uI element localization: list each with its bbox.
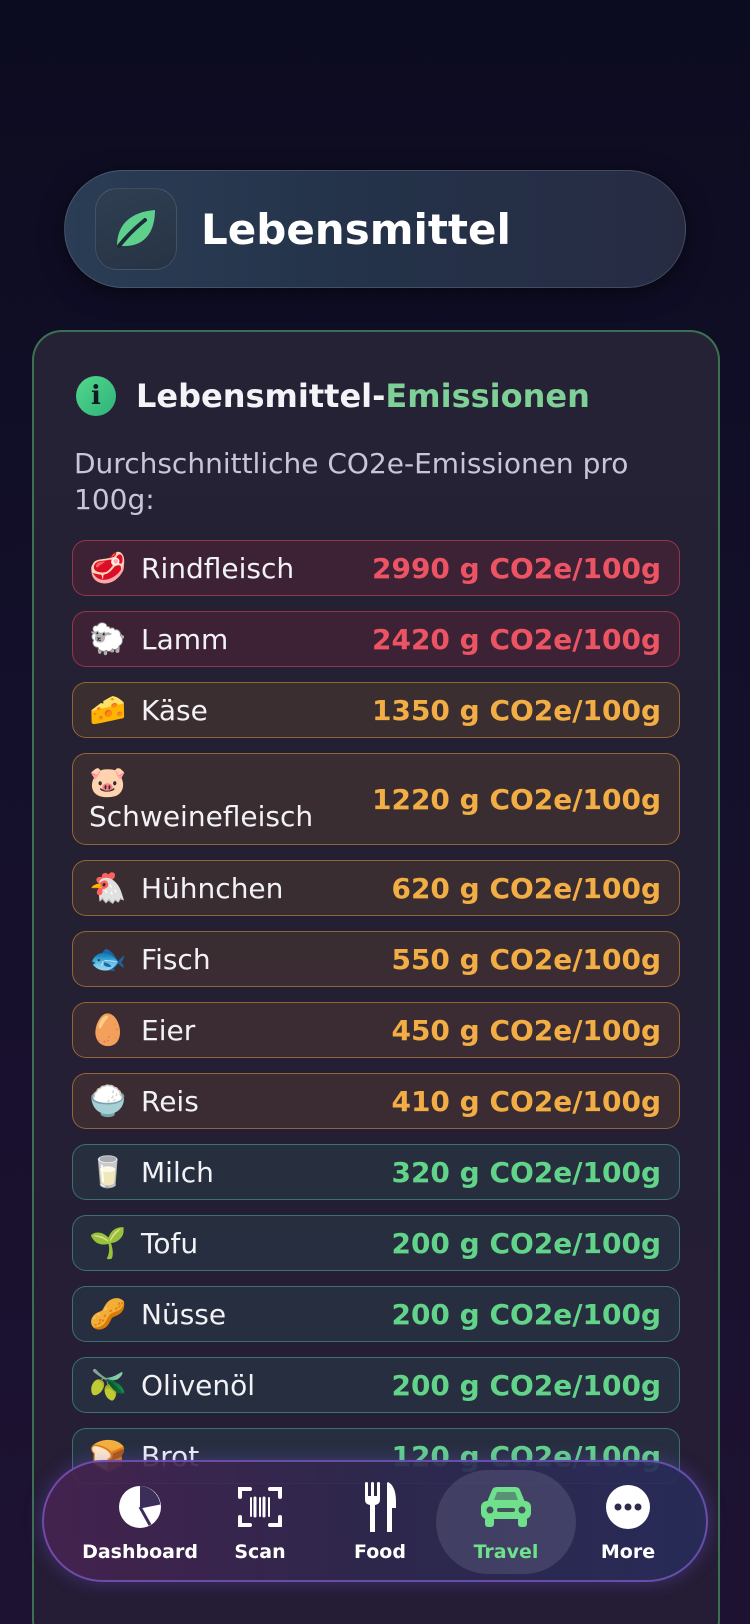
food-row: 🐔 Hühnchen 620 g CO2e/100g [72,860,680,916]
nav-travel[interactable]: Travel [436,1470,576,1574]
food-row: 🐟 Fisch 550 g CO2e/100g [72,931,680,987]
card-title: Lebensmittel-Emissionen [136,377,590,415]
pie-chart-icon [116,1481,164,1533]
emission-value: 620 g CO2e/100g [391,871,661,905]
emission-value: 200 g CO2e/100g [391,1297,661,1331]
food-label: 🐑 Lamm [89,622,228,657]
car-icon [477,1481,535,1533]
food-emoji-icon: 🫒 [89,1367,127,1403]
food-name: Lamm [141,622,229,656]
food-name: Nüsse [141,1297,227,1331]
food-row: 🐷 Schweinefleisch 1220 g CO2e/100g [72,753,680,845]
food-name: Käse [141,693,208,727]
food-name: Schweinefleisch [89,800,314,833]
food-row: 🐑 Lamm 2420 g CO2e/100g [72,611,680,667]
emission-value: 1220 g CO2e/100g [371,782,661,816]
food-label: 🥚 Eier [89,1013,195,1048]
bottom-nav: Dashboard Scan Food Travel More [42,1460,708,1582]
food-row: 🥚 Eier 450 g CO2e/100g [72,1002,680,1058]
nav-scan[interactable]: Scan [190,1470,330,1574]
food-emoji-icon: 🐷 [89,765,127,800]
food-emoji-icon: 🐔 [89,870,127,906]
food-emoji-icon: 🥛 [89,1154,127,1190]
food-label: 🐔 Hühnchen [89,871,283,906]
food-label: 🌱 Tofu [89,1226,198,1261]
emission-value: 200 g CO2e/100g [391,1226,661,1260]
emission-value: 2420 g CO2e/100g [371,622,661,656]
card-header: i Lebensmittel-Emissionen [76,376,590,416]
fork-knife-icon [356,1481,404,1533]
food-emoji-icon: 🌱 [89,1225,127,1261]
food-row: 🥩 Rindfleisch 2990 g CO2e/100g [72,540,680,596]
food-label: 🥛 Milch [89,1155,214,1190]
leaf-icon [95,188,177,270]
food-emission-list: 🥩 Rindfleisch 2990 g CO2e/100g 🐑 Lamm 2420 g … [72,540,680,1499]
emissions-info-card: i Lebensmittel-Emissionen Durchschnittli… [32,330,720,1624]
food-row: 🍚 Reis 410 g CO2e/100g [72,1073,680,1129]
page-header: Lebensmittel [64,170,686,288]
nav-dashboard[interactable]: Dashboard [70,1470,210,1574]
food-emoji-icon: 🥜 [89,1296,127,1332]
emission-value: 450 g CO2e/100g [391,1013,661,1047]
food-label: 🥜 Nüsse [89,1297,226,1332]
food-label: 🐟 Fisch [89,941,211,977]
food-row: 🌱 Tofu 200 g CO2e/100g [72,1215,680,1271]
barcode-scan-icon [236,1481,284,1533]
page-title: Lebensmittel [201,204,511,254]
food-name: Hühnchen [141,871,284,905]
food-name: Eier [141,1013,196,1047]
food-row: 🥜 Nüsse 200 g CO2e/100g [72,1286,680,1342]
emission-value: 410 g CO2e/100g [391,1084,661,1118]
food-name: Milch [141,1155,214,1189]
food-emoji-icon: 🥩 [89,550,127,586]
food-name: Rindfleisch [141,551,295,585]
food-emoji-icon: 🧀 [89,692,127,728]
food-label: 🧀 Käse [89,693,208,728]
emission-value: 1350 g CO2e/100g [371,693,661,727]
nav-more[interactable]: More [558,1470,698,1574]
food-row: 🥛 Milch 320 g CO2e/100g [72,1144,680,1200]
card-subtitle: Durchschnittliche CO2e-Emissionen pro 10… [74,447,629,516]
info-icon: i [76,376,116,416]
more-dots-icon [604,1481,652,1533]
food-label: 🐷 Schweinefleisch [89,765,313,833]
food-name: Reis [141,1084,199,1118]
food-name: Fisch [141,942,211,976]
food-emoji-icon: 🥚 [89,1012,127,1048]
food-label: 🥩 Rindfleisch [89,551,294,586]
emission-value: 200 g CO2e/100g [391,1368,661,1402]
emission-value: 2990 g CO2e/100g [371,551,661,585]
emission-value: 320 g CO2e/100g [391,1155,661,1189]
food-emoji-icon: 🐑 [89,621,127,657]
food-label: 🍚 Reis [89,1083,199,1119]
food-emoji-icon: 🍚 [89,1083,127,1119]
emission-value: 550 g CO2e/100g [391,942,661,976]
food-name: Tofu [141,1226,199,1260]
nav-food[interactable]: Food [310,1470,450,1574]
food-row: 🫒 Olivenöl 200 g CO2e/100g [72,1357,680,1413]
food-emoji-icon: 🐟 [89,941,127,977]
food-row: 🧀 Käse 1350 g CO2e/100g [72,682,680,738]
food-name: Olivenöl [141,1368,256,1402]
food-label: 🫒 Olivenöl [89,1368,255,1403]
